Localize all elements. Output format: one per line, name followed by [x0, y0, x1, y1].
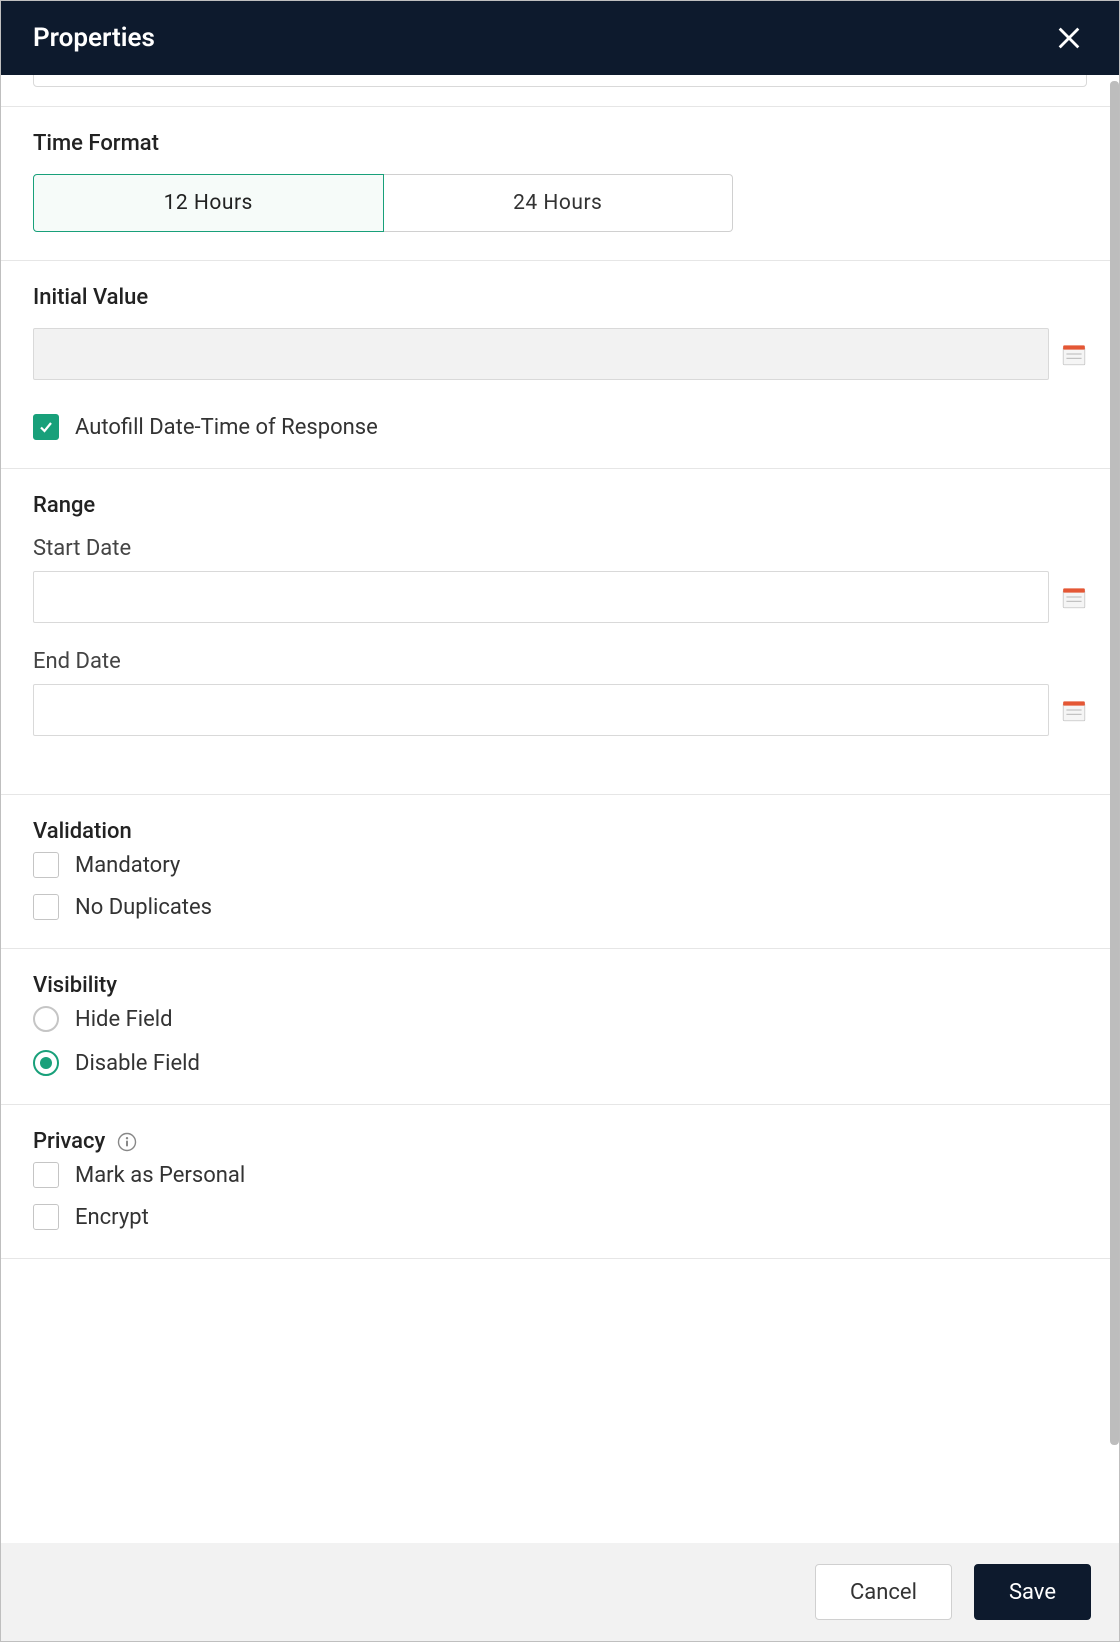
- autofill-label: Autofill Date-Time of Response: [75, 415, 378, 440]
- visibility-heading: Visibility: [33, 973, 1087, 998]
- section-initial-value: Initial Value: [1, 261, 1119, 469]
- panel-footer: Cancel Save: [1, 1543, 1119, 1641]
- section-visibility: Visibility Hide Field Disable Field: [1, 949, 1119, 1105]
- mark-personal-label: Mark as Personal: [75, 1163, 245, 1188]
- hide-field-radio[interactable]: [33, 1006, 59, 1032]
- no-duplicates-label: No Duplicates: [75, 895, 212, 920]
- mark-personal-row: Mark as Personal: [33, 1162, 1087, 1188]
- privacy-heading-text: Privacy: [33, 1129, 105, 1154]
- mandatory-label: Mandatory: [75, 853, 180, 878]
- section-validation: Validation Mandatory No Duplicates: [1, 795, 1119, 949]
- time-format-segmented: 12 Hours 24 Hours: [33, 174, 733, 232]
- start-date-label: Start Date: [33, 536, 1087, 561]
- close-button[interactable]: [1051, 20, 1087, 56]
- encrypt-label: Encrypt: [75, 1205, 149, 1230]
- calendar-icon[interactable]: [1061, 697, 1087, 723]
- start-date-row: [33, 571, 1087, 623]
- mandatory-checkbox[interactable]: [33, 852, 59, 878]
- disable-field-radio[interactable]: [33, 1050, 59, 1076]
- time-format-12h[interactable]: 12 Hours: [33, 174, 384, 232]
- time-format-24h[interactable]: 24 Hours: [384, 174, 734, 232]
- calendar-icon[interactable]: [1061, 584, 1087, 610]
- panel-header: Properties: [1, 1, 1119, 75]
- disable-field-row: Disable Field: [33, 1050, 1087, 1076]
- save-button[interactable]: Save: [974, 1564, 1091, 1620]
- scroll-area[interactable]: Time Format 12 Hours 24 Hours Initial Va…: [1, 75, 1119, 1543]
- range-heading: Range: [33, 493, 1087, 518]
- panel-body: Time Format 12 Hours 24 Hours Initial Va…: [1, 75, 1119, 1543]
- autofill-checkbox[interactable]: [33, 414, 59, 440]
- previous-section-cutoff: [1, 75, 1119, 107]
- properties-panel: Properties Time Format 12 Hours 24 Hours: [0, 0, 1120, 1642]
- panel-title: Properties: [33, 23, 155, 53]
- privacy-heading: Privacy: [33, 1129, 1087, 1154]
- no-duplicates-row: No Duplicates: [33, 894, 1087, 920]
- autofill-row: Autofill Date-Time of Response: [33, 414, 1087, 440]
- encrypt-row: Encrypt: [33, 1204, 1087, 1230]
- close-icon: [1055, 24, 1083, 52]
- end-date-input[interactable]: [33, 684, 1049, 736]
- time-format-heading: Time Format: [33, 131, 1087, 156]
- cancel-button[interactable]: Cancel: [815, 1564, 952, 1620]
- section-time-format: Time Format 12 Hours 24 Hours: [1, 107, 1119, 261]
- hide-field-label: Hide Field: [75, 1007, 173, 1032]
- initial-value-row: [33, 328, 1087, 380]
- section-range: Range Start Date End Date: [1, 469, 1119, 795]
- encrypt-checkbox[interactable]: [33, 1204, 59, 1230]
- mark-personal-checkbox[interactable]: [33, 1162, 59, 1188]
- validation-heading: Validation: [33, 819, 1087, 844]
- calendar-icon[interactable]: [1061, 341, 1087, 367]
- start-date-input[interactable]: [33, 571, 1049, 623]
- section-privacy: Privacy Mark as Personal Encr: [1, 1105, 1119, 1259]
- end-date-label: End Date: [33, 649, 1087, 674]
- scrollbar[interactable]: [1110, 81, 1119, 1445]
- info-icon[interactable]: [117, 1132, 137, 1152]
- end-date-row: [33, 684, 1087, 736]
- no-duplicates-checkbox[interactable]: [33, 894, 59, 920]
- initial-value-heading: Initial Value: [33, 285, 1087, 310]
- disable-field-label: Disable Field: [75, 1051, 200, 1076]
- previous-field-input[interactable]: [33, 75, 1087, 87]
- initial-value-input[interactable]: [33, 328, 1049, 380]
- mandatory-row: Mandatory: [33, 852, 1087, 878]
- hide-field-row: Hide Field: [33, 1006, 1087, 1032]
